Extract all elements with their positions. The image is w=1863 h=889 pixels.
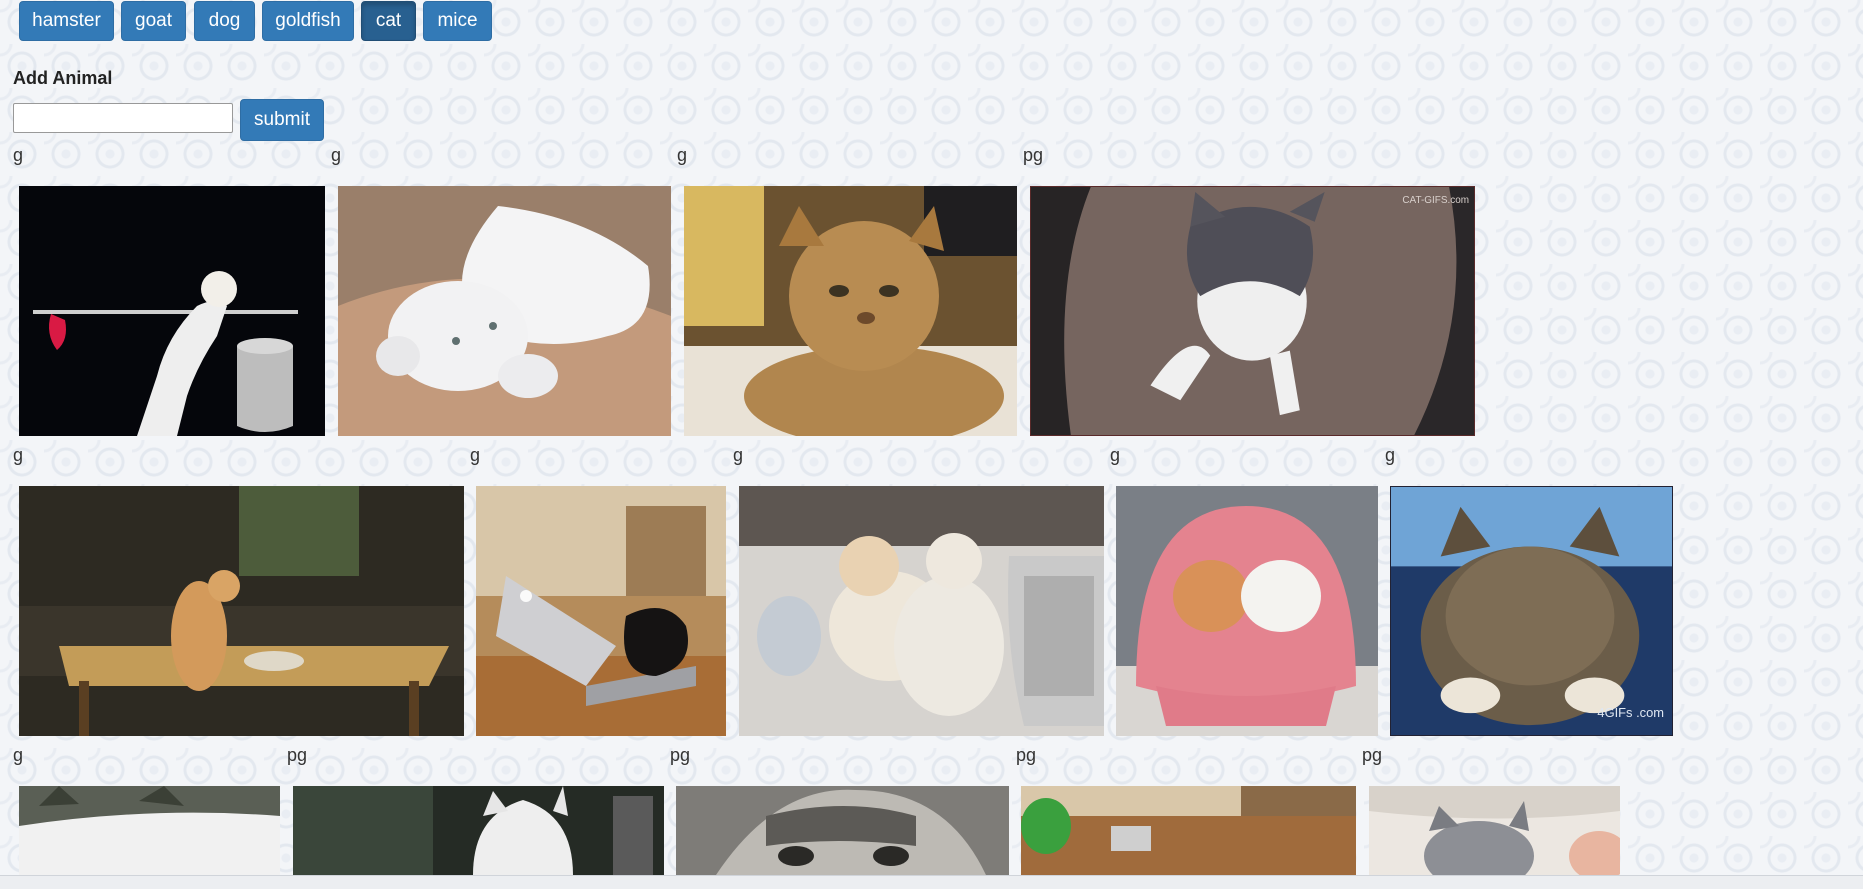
cat-gif-image[interactable] xyxy=(19,186,325,436)
gif-rating: pg xyxy=(287,745,308,765)
gif-rating: pg xyxy=(1362,745,1383,765)
gif-rating: g xyxy=(13,145,24,165)
gif-rating: g xyxy=(470,445,481,465)
cat-gif-image[interactable] xyxy=(476,486,726,736)
gif-rating: g xyxy=(13,745,24,765)
cat-gif-image[interactable] xyxy=(1369,786,1620,875)
cat-gif-image[interactable]: 4GIFs .com xyxy=(1390,486,1673,736)
submit-button[interactable]: submit xyxy=(240,99,324,141)
gif-rating: pg xyxy=(1016,745,1037,765)
gif-rating: g xyxy=(331,145,342,165)
animal-button-goldfish[interactable]: goldfish xyxy=(262,1,354,41)
gif-rating: pg xyxy=(1023,145,1044,165)
cat-gif-image[interactable] xyxy=(684,186,1017,436)
cat-gif-image[interactable] xyxy=(739,486,1104,736)
gif-rating: g xyxy=(1385,445,1396,465)
gif-rating: g xyxy=(13,445,24,465)
add-animal-input[interactable] xyxy=(13,103,233,133)
gif-rating: g xyxy=(1110,445,1121,465)
animal-button-hamster[interactable]: hamster xyxy=(19,1,114,41)
cat-gif-image[interactable] xyxy=(338,186,671,436)
cat-gif-image[interactable] xyxy=(676,786,1009,875)
cat-gif-image[interactable] xyxy=(19,486,464,736)
animal-button-mice[interactable]: mice xyxy=(423,1,492,41)
animal-button-cat[interactable]: cat xyxy=(361,1,416,41)
cat-gif-image[interactable] xyxy=(1116,486,1378,736)
status-bar xyxy=(0,875,1863,889)
add-animal-heading: Add Animal xyxy=(13,68,113,88)
cat-gif-image[interactable] xyxy=(293,786,664,875)
cat-gif-image[interactable] xyxy=(19,786,280,875)
gif-rating: g xyxy=(733,445,744,465)
watermark-text: 4GIFs .com xyxy=(1597,705,1664,720)
cat-gif-image[interactable]: CAT-GIFS.com xyxy=(1030,186,1475,436)
cat-gif-image[interactable] xyxy=(1021,786,1356,875)
animal-button-goat[interactable]: goat xyxy=(121,1,186,41)
watermark-text: CAT-GIFS.com xyxy=(1402,195,1469,206)
gif-rating: g xyxy=(677,145,688,165)
gif-rating: pg xyxy=(670,745,691,765)
animal-button-dog[interactable]: dog xyxy=(194,1,255,41)
